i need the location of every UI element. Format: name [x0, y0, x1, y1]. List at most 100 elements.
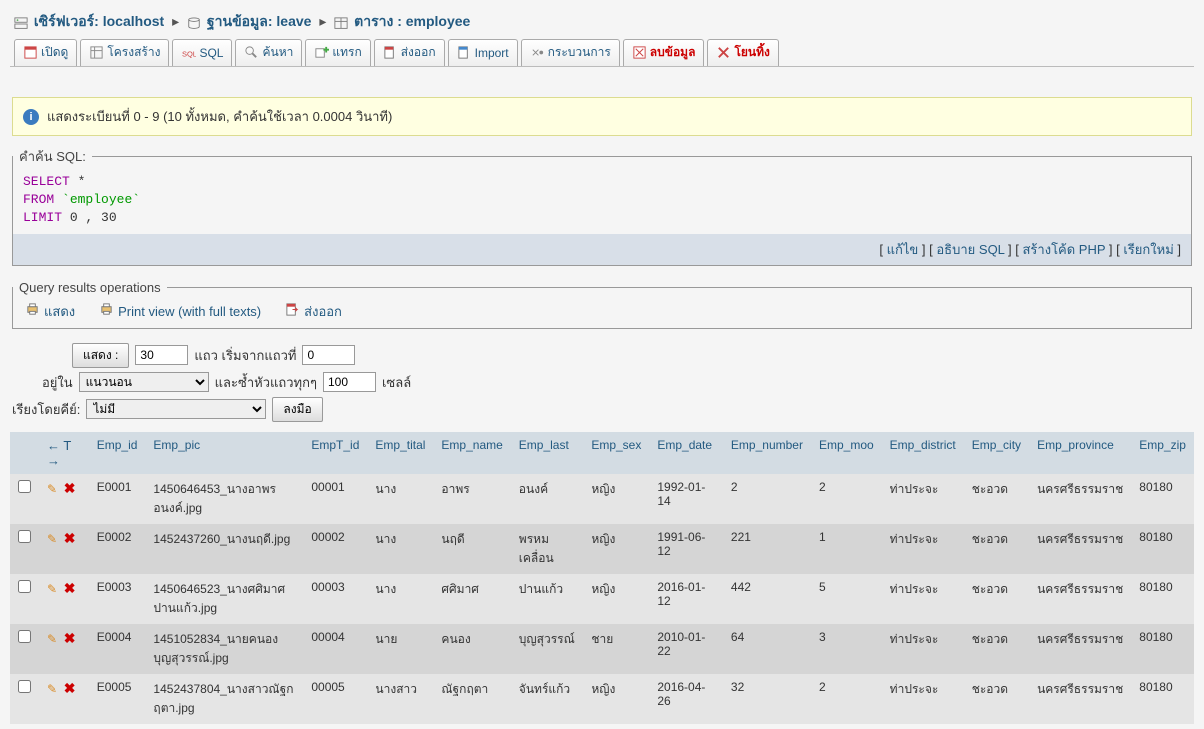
tab-label: โยนทิ้ง — [734, 43, 769, 62]
sql-content: SELECT * FROM `employee` LIMIT 0 , 30 — [13, 167, 1191, 234]
col-EmpT_id[interactable]: EmpT_id — [303, 432, 367, 474]
cell-EmpT_id: 00003 — [303, 574, 367, 624]
sql-legend: คำค้น SQL: — [13, 146, 92, 167]
cell-Emp_moo: 2 — [811, 674, 882, 724]
pencil-icon[interactable]: ✎ — [47, 582, 57, 596]
tab-export[interactable]: ส่งออก — [374, 39, 445, 66]
cell-Emp_moo: 3 — [811, 624, 882, 674]
col-Emp_sex[interactable]: Emp_sex — [583, 432, 649, 474]
table-row: ✎ ✖E00031450646523_นางศศิมาศ ปานแก้ว.jpg… — [10, 574, 1194, 624]
pencil-icon[interactable]: ✎ — [47, 682, 57, 696]
go-button[interactable]: ลงมือ — [272, 397, 322, 422]
delete-icon[interactable]: ✖ — [64, 680, 76, 696]
chevron-right-icon: ▸ — [172, 13, 179, 29]
col-Emp_pic[interactable]: Emp_pic — [145, 432, 303, 474]
sql-edit-link[interactable]: แก้ไข — [887, 242, 919, 257]
rows-count-input[interactable] — [135, 345, 188, 365]
cell-Emp_date: 2010-01-22 — [649, 624, 723, 674]
cell-Emp_sex: หญิง — [583, 474, 649, 524]
browse-icon — [23, 45, 38, 60]
info-icon: i — [23, 109, 39, 125]
cell-Emp_city: ชะอวด — [964, 624, 1029, 674]
tab-empty[interactable]: ลบข้อมูล — [623, 39, 705, 66]
col-Emp_id[interactable]: Emp_id — [89, 432, 146, 474]
export-icon — [383, 45, 398, 60]
cell-Emp_id: E0004 — [89, 624, 146, 674]
row-checkbox[interactable] — [18, 630, 31, 643]
cell-Emp_zip: 80180 — [1131, 524, 1194, 574]
cell-EmpT_id: 00002 — [303, 524, 367, 574]
pencil-icon[interactable]: ✎ — [47, 482, 57, 496]
tab-label: กระบวนการ — [548, 43, 611, 62]
col-Emp_province[interactable]: Emp_province — [1029, 432, 1131, 474]
start-row-label: แถว เริ่มจากแถวที่ — [194, 345, 296, 366]
cell-Emp_sex: ชาย — [583, 624, 649, 674]
row-checkbox[interactable] — [18, 480, 31, 493]
checkbox-col — [10, 432, 39, 474]
row-checkbox[interactable] — [18, 680, 31, 693]
breadcrumb-server[interactable]: เซิร์ฟเวอร์: localhost — [34, 13, 164, 29]
ops-show[interactable]: แสดง — [25, 301, 75, 322]
pencil-icon[interactable]: ✎ — [47, 632, 57, 646]
tab-label: Import — [475, 46, 509, 60]
delete-icon[interactable]: ✖ — [64, 580, 76, 596]
row-checkbox[interactable] — [18, 580, 31, 593]
col-Emp_number[interactable]: Emp_number — [723, 432, 811, 474]
tab-structure[interactable]: โครงสร้าง — [80, 39, 169, 66]
mode-select[interactable]: แนวนอน — [79, 372, 209, 392]
ops-print-full[interactable]: Print view (with full texts) — [99, 301, 261, 322]
tab-operations[interactable]: กระบวนการ — [521, 39, 620, 66]
drop-icon — [716, 45, 731, 60]
cell-Emp_date: 1992-01-14 — [649, 474, 723, 524]
cell-Emp_date: 2016-04-26 — [649, 674, 723, 724]
sql-php-link[interactable]: สร้างโค้ด PHP — [1023, 242, 1106, 257]
tab-browse[interactable]: เปิดดู — [14, 39, 77, 66]
tab-insert[interactable]: แทรก — [305, 39, 370, 66]
export-icon — [285, 302, 300, 320]
col-Emp_moo[interactable]: Emp_moo — [811, 432, 882, 474]
tab-drop[interactable]: โยนทิ้ง — [707, 39, 778, 66]
delete-icon[interactable]: ✖ — [64, 630, 76, 646]
sql-explain-link[interactable]: อธิบาย SQL — [936, 242, 1004, 257]
breadcrumb-table[interactable]: ตาราง : employee — [354, 13, 470, 29]
tab-label: แทรก — [332, 43, 361, 62]
col-Emp_city[interactable]: Emp_city — [964, 432, 1029, 474]
tab-search[interactable]: ค้นหา — [235, 39, 302, 66]
ops-export[interactable]: ส่งออก — [285, 301, 342, 322]
tab-label: ส่งออก — [401, 43, 436, 62]
import-icon — [457, 45, 472, 60]
pencil-icon[interactable]: ✎ — [47, 532, 57, 546]
cell-Emp_date: 1991-06-12 — [649, 524, 723, 574]
cell-Emp_province: นครศรีธรรมราช — [1029, 624, 1131, 674]
col-Emp_last[interactable]: Emp_last — [511, 432, 584, 474]
structure-icon — [89, 45, 104, 60]
tab-import[interactable]: Import — [448, 39, 518, 66]
repeat-input[interactable] — [323, 372, 376, 392]
col-Emp_name[interactable]: Emp_name — [433, 432, 510, 474]
server-icon — [14, 16, 28, 28]
tab-sql[interactable]: SQLSQL — [172, 39, 232, 66]
sql-refresh-link[interactable]: เรียกใหม่ — [1123, 242, 1173, 257]
cell-Emp_number: 64 — [723, 624, 811, 674]
breadcrumb-database[interactable]: ฐานข้อมูล: leave — [207, 13, 312, 29]
delete-icon[interactable]: ✖ — [64, 530, 76, 546]
start-row-input[interactable] — [302, 345, 355, 365]
col-Emp_tital[interactable]: Emp_tital — [367, 432, 433, 474]
show-button[interactable]: แสดง : — [72, 343, 129, 368]
cell-Emp_name: ศศิมาศ — [433, 574, 510, 624]
col-Emp_district[interactable]: Emp_district — [882, 432, 964, 474]
cell-Emp_last: จันทร์แก้ว — [511, 674, 584, 724]
col-Emp_date[interactable]: Emp_date — [649, 432, 723, 474]
cell-EmpT_id: 00005 — [303, 674, 367, 724]
svg-text:SQL: SQL — [182, 49, 196, 58]
delete-icon[interactable]: ✖ — [64, 480, 76, 496]
action-col: ← T → — [39, 432, 89, 474]
sql-kw-from: FROM — [23, 192, 54, 207]
col-Emp_zip[interactable]: Emp_zip — [1131, 432, 1194, 474]
print-icon — [25, 302, 40, 320]
cell-Emp_number: 221 — [723, 524, 811, 574]
sort-select[interactable]: ไม่มี — [86, 399, 266, 419]
query-results-ops: Query results operations แสดง Print view… — [12, 280, 1192, 329]
tab-label: ลบข้อมูล — [650, 43, 696, 62]
row-checkbox[interactable] — [18, 530, 31, 543]
